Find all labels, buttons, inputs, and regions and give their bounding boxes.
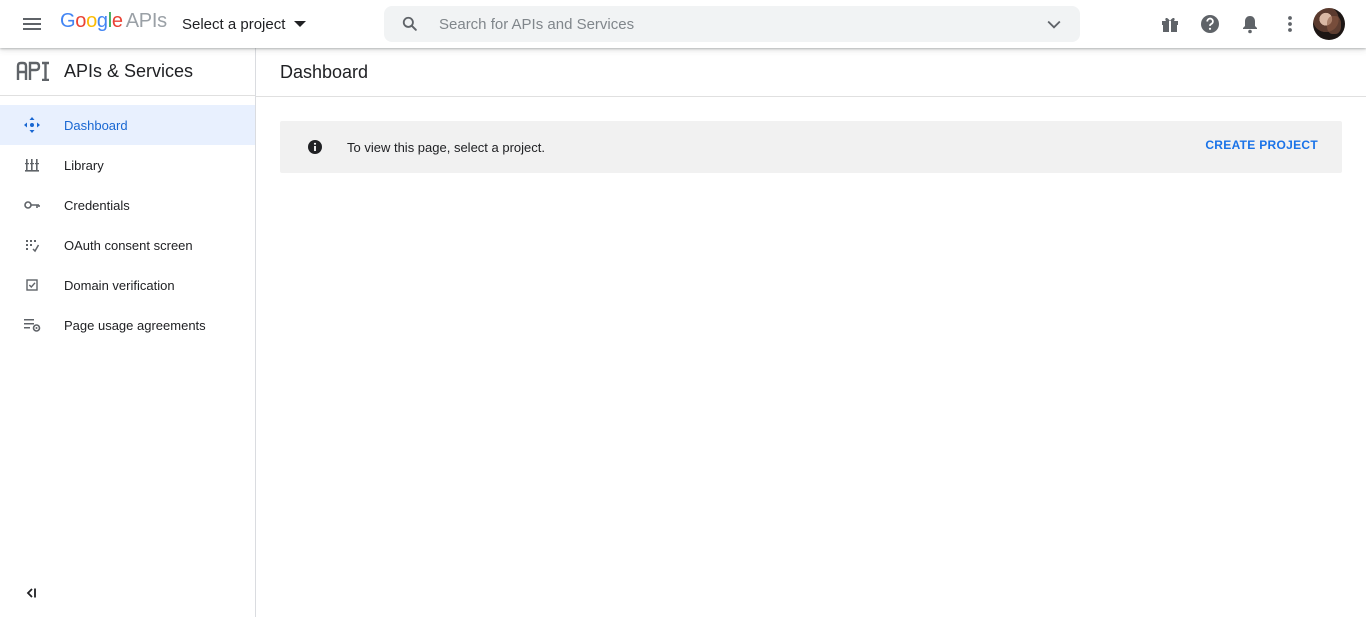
sidebar-item-page-usage-agreements[interactable]: Page usage agreements: [0, 305, 255, 345]
sidebar-nav: Dashboard Library Credentials OAuth cons…: [0, 105, 255, 345]
project-select-label: Select a project: [182, 15, 286, 33]
sidebar-item-label: Domain verification: [64, 277, 175, 293]
notifications-icon[interactable]: [1238, 12, 1262, 36]
project-select-dropdown[interactable]: Select a project: [176, 8, 312, 40]
select-project-banner: To view this page, select a project. CRE…: [280, 121, 1342, 173]
sidebar-item-label: Dashboard: [64, 117, 128, 133]
sidebar-item-label: Library: [64, 157, 104, 173]
library-icon: [25, 159, 39, 172]
logo-letter: G: [60, 10, 76, 32]
logo-apis-text: APIs: [125, 10, 167, 32]
main-header: Dashboard: [256, 48, 1366, 97]
sidebar-item-label: Page usage agreements: [64, 317, 206, 333]
search-icon: [402, 16, 417, 31]
list-settings-icon: [24, 319, 41, 332]
sidebar-item-label: OAuth consent screen: [64, 237, 193, 253]
logo-letter: o: [86, 10, 97, 32]
banner-message: To view this page, select a project.: [347, 140, 545, 155]
search-input[interactable]: [439, 6, 1019, 42]
checkbox-icon: [26, 279, 38, 291]
page-title: Dashboard: [280, 62, 369, 82]
dropdown-arrow-icon: [294, 21, 307, 27]
logo-letter: o: [75, 10, 87, 32]
key-icon: [24, 201, 40, 209]
menu-icon[interactable]: [20, 12, 44, 36]
oauth-consent-icon: [26, 240, 40, 253]
dashboard-icon: [24, 117, 40, 133]
logo-letter: e: [111, 10, 123, 32]
top-bar: Google APIs Select a project: [0, 0, 1366, 48]
info-icon: [308, 140, 322, 154]
sidebar-item-library[interactable]: Library: [0, 145, 255, 185]
help-icon[interactable]: [1198, 12, 1222, 36]
sidebar-item-credentials[interactable]: Credentials: [0, 185, 255, 225]
sidebar-item-dashboard[interactable]: Dashboard: [0, 105, 255, 145]
sidebar-item-oauth-consent-screen[interactable]: OAuth consent screen: [0, 225, 255, 265]
collapse-sidebar-icon[interactable]: [22, 583, 42, 603]
chevron-down-icon[interactable]: [1044, 14, 1064, 34]
avatar[interactable]: [1313, 8, 1345, 40]
sidebar: APIs & Services Dashboard Library Creden…: [0, 48, 256, 617]
create-project-button[interactable]: CREATE PROJECT: [1205, 138, 1318, 152]
sidebar-header: APIs & Services: [0, 48, 255, 96]
sidebar-title: APIs & Services: [64, 61, 194, 81]
more-vert-icon[interactable]: [1278, 12, 1302, 36]
google-apis-logo[interactable]: Google APIs: [60, 10, 167, 33]
logo-letter: g: [96, 10, 108, 32]
sidebar-item-domain-verification[interactable]: Domain verification: [0, 265, 255, 305]
api-logo-icon: [16, 61, 49, 81]
gift-icon[interactable]: [1158, 12, 1182, 36]
search-bar[interactable]: [384, 6, 1080, 42]
main-content: Dashboard To view this page, select a pr…: [256, 48, 1366, 617]
sidebar-item-label: Credentials: [64, 197, 130, 213]
